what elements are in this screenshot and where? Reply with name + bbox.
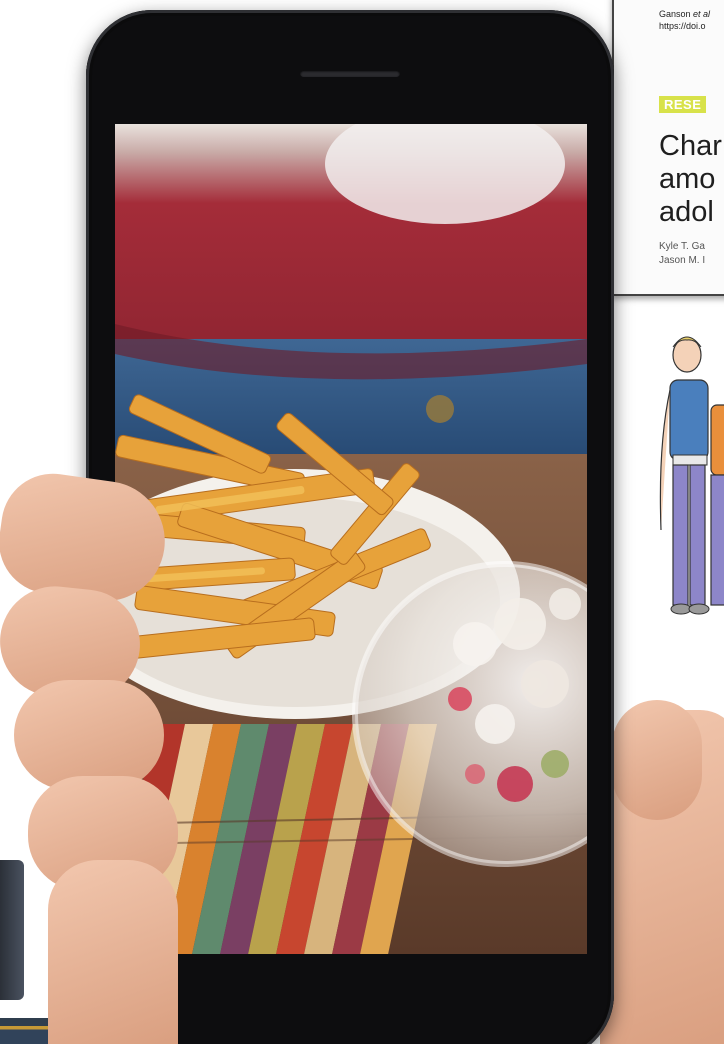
article-citation: Ganson et al https://doi.o [659,8,710,32]
cartoon-teens-illustration [659,336,724,615]
journal-article-clipping: Ganson et al https://doi.o RESE Char amo… [612,0,724,296]
article-doi: https://doi.o [659,21,706,31]
article-title-line: Char [659,130,722,162]
phone-screen [115,124,587,954]
right-hand-finger [612,700,702,820]
left-hand-palm [48,860,178,1044]
article-author-line: Jason M. I [659,255,706,266]
phone-speaker-icon [300,70,400,77]
article-authors: Kyle T. Ga Jason M. I [659,240,705,268]
article-author-line: Kyle T. Ga [659,241,705,252]
left-hand-finger [14,680,164,790]
article-meta-etal: et al [693,9,711,19]
article-title-line: amo [659,163,716,195]
scene: Ganson et al https://doi.o RESE Char amo… [0,0,724,1044]
article-title-line: adol [659,196,714,228]
article-section-tag: RESE [659,96,707,113]
article-title: Char amo adol [659,130,722,229]
article-meta-authors: Ganson [659,9,691,19]
dark-object [0,860,24,1000]
food-photo [115,124,587,954]
